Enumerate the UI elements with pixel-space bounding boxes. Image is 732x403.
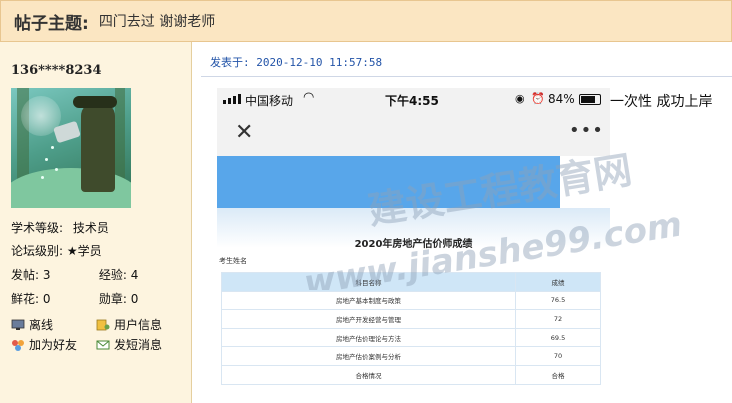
phone-status-bar: 中国移动 ◠ 下午4:55 ◉ ⏰ 84% [217, 88, 610, 112]
battery-percent: 84% [548, 92, 575, 106]
avatar-drop [45, 158, 48, 161]
user-rank: 学术等级: 技术员 [11, 221, 109, 235]
post-time: 发表于: 2020-12-10 11:57:58 [210, 56, 383, 69]
examinee-label: 考生姓名 [219, 257, 247, 265]
topic-title: 四门去过 谢谢老师 [98, 14, 216, 30]
table-header: 科目名称 [221, 272, 516, 292]
avatar[interactable] [11, 88, 131, 208]
table-header-row: 科目名称 成绩 [221, 272, 601, 292]
topic-label: 帖子主题: [14, 13, 89, 34]
battery-icon [579, 94, 601, 105]
avatar-drop [55, 168, 58, 171]
send-message-link[interactable]: 发短消息 [96, 336, 162, 353]
alarm-icon: ⏰ [531, 92, 545, 105]
avatar-drop [41, 176, 44, 179]
score-title: 2020年房地产估价师成绩 [354, 239, 473, 250]
topic-bar: 帖子主题: 四门去过 谢谢老师 [0, 0, 732, 42]
user-sidebar: 136****8234 学术等级: 技术员 论坛级别: ★学员 发帖: 3 经验… [0, 42, 192, 403]
user-info-icon [96, 319, 110, 330]
lock-rotation-icon: ◉ [515, 92, 525, 105]
table-row: 房地产开发经营与管理 72 [221, 309, 601, 329]
add-friend-icon [12, 339, 24, 351]
avatar-hat [73, 96, 117, 108]
signal-icon [223, 94, 241, 104]
table-row: 房地产估价理论与方法 69.5 [221, 327, 601, 348]
add-friend-link[interactable]: 加为好友 [11, 336, 77, 353]
monitor-icon [11, 319, 25, 330]
more-icon: ••• [569, 120, 604, 141]
user-forum-level: 论坛级别: ★学员 [11, 244, 102, 258]
wifi-icon: ◠ [303, 90, 315, 105]
offline-status: 离线 [11, 316, 53, 333]
attached-screenshot[interactable]: 中国移动 ◠ 下午4:55 ◉ ⏰ 84% ✕ ••• 2020年房地产估价师成… [217, 88, 610, 387]
close-icon: ✕ [235, 120, 254, 145]
table-row: 房地产基本制度与政策 76.5 [221, 290, 601, 311]
result-banner [217, 156, 560, 208]
avatar-figure [81, 102, 115, 192]
post-text: 一次性 成功上岸 [610, 94, 713, 110]
user-info-link[interactable]: 用户信息 [96, 316, 162, 333]
score-table: 科目名称 成绩 房地产基本制度与政策 76.5 房地产开发经营与管理 72 房地… [221, 272, 601, 385]
carrier-name: 中国移动 [245, 94, 294, 108]
username[interactable]: 136****8234 [11, 63, 102, 78]
table-row: 房地产估价案例与分析 70 [221, 346, 601, 366]
message-icon [96, 340, 110, 349]
post-divider [201, 76, 732, 77]
avatar-drop [51, 146, 54, 149]
phone-nav-bar: ✕ ••• [217, 112, 610, 156]
post-body: 发表于: 2020-12-10 11:57:58 中国移动 ◠ 下午4:55 ◉… [193, 42, 732, 403]
table-row: 合格情况 合格 [221, 364, 601, 385]
phone-time: 下午4:55 [385, 94, 439, 108]
user-stats-row: 鲜花: 0 勋章: 0 [11, 292, 139, 306]
user-stats-row: 发帖: 3 经验: 4 [11, 268, 139, 282]
table-header: 成绩 [515, 272, 601, 292]
